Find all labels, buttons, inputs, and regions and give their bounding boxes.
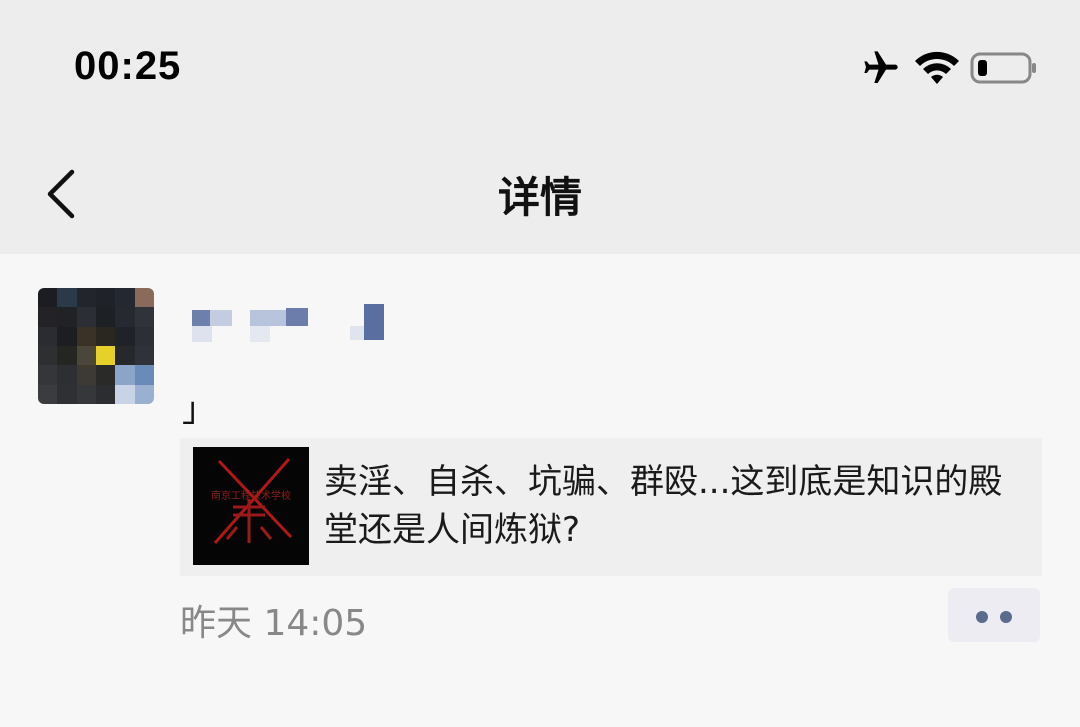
post-time: 昨天 14:05	[180, 603, 368, 644]
status-bar: 00:25	[0, 0, 1080, 130]
username-blurred[interactable]	[192, 302, 392, 350]
avatar[interactable]	[38, 288, 154, 404]
page-title: 详情	[497, 173, 582, 222]
status-time: 00:25	[74, 44, 182, 88]
airplane-icon	[860, 48, 902, 92]
more-dots-icon[interactable]	[948, 588, 1040, 642]
post-detail: 」 南京工程技术学校 卖淫、自杀、坑骗、群殴...这到底是知识的殿堂还是人间炼狱…	[0, 254, 1080, 727]
nav-bar: 详情	[0, 130, 1080, 254]
article-title[interactable]: 卖淫、自杀、坑骗、群殴...这到底是知识的殿堂还是人间炼狱?	[324, 458, 1024, 554]
post-text: 」	[182, 390, 216, 430]
article-thumbnail: 南京工程技术学校	[193, 447, 309, 565]
wifi-icon	[914, 50, 960, 90]
battery-icon	[970, 52, 1038, 88]
shared-article-card[interactable]: 南京工程技术学校 卖淫、自杀、坑骗、群殴...这到底是知识的殿堂还是人间炼狱?	[180, 438, 1042, 576]
thumbnail-caption: 南京工程技术学校	[211, 491, 291, 502]
